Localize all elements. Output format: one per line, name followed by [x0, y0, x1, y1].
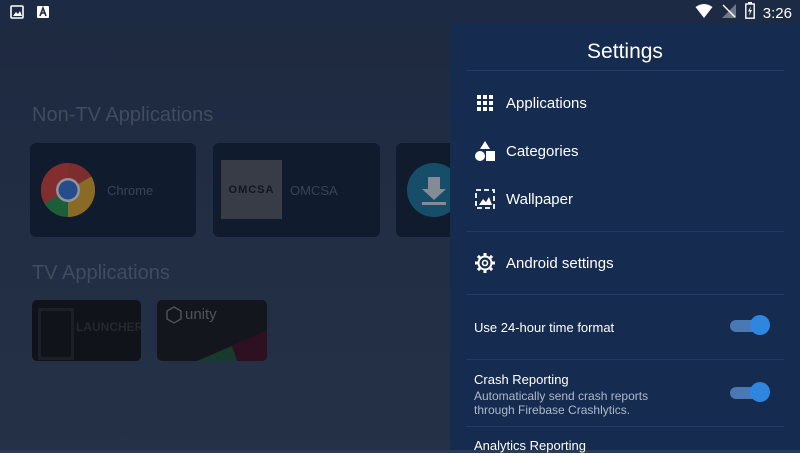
divider — [466, 70, 784, 71]
app-label: LAUNCHER — [76, 320, 141, 334]
gear-icon — [474, 252, 496, 274]
clock: 3:26 — [762, 4, 792, 22]
image-icon — [10, 5, 24, 24]
divider — [466, 231, 784, 232]
setting-title: Analytics Reporting — [474, 438, 586, 453]
app-label: Chrome — [107, 183, 154, 198]
menu-item-android-settings[interactable]: Android settings — [474, 249, 614, 277]
menu-item-wallpaper[interactable]: Wallpaper — [474, 185, 573, 213]
wifi-icon — [695, 3, 713, 24]
app-card-unity[interactable]: unity — [157, 300, 267, 361]
non-tv-section-title: Non-TV Applications — [32, 104, 214, 126]
toggle-24-hour[interactable] — [730, 315, 770, 335]
app-card-omcsa[interactable]: OMCSA OMCSA — [213, 143, 380, 237]
app-card-chrome[interactable]: Chrome — [30, 143, 196, 237]
a-icon — [36, 5, 50, 24]
settings-panel: Settings Applications Categories Wallpap… — [450, 24, 800, 453]
toggle-crash-reporting[interactable] — [730, 382, 770, 402]
panel-title: Settings — [587, 40, 663, 63]
shapes-icon — [474, 140, 496, 162]
setting-24-hour[interactable]: Use 24-hour time format — [474, 315, 776, 335]
omcsa-logo: OMCSA — [221, 160, 282, 219]
menu-item-applications[interactable]: Applications — [474, 89, 587, 117]
app-label: OMCSA — [290, 183, 338, 198]
menu-label: Categories — [506, 142, 579, 160]
download-icon — [406, 162, 456, 223]
status-bar: 3:26 — [0, 0, 800, 24]
divider — [466, 359, 784, 360]
unity-logo — [165, 306, 183, 329]
menu-label: Wallpaper — [506, 190, 573, 208]
tv-section-title: TV Applications — [32, 262, 170, 284]
app-card-launcher[interactable]: LAUNCHER — [32, 300, 141, 361]
wallpaper-icon — [474, 188, 496, 210]
app-card-download[interactable] — [396, 143, 456, 237]
grid-icon — [474, 92, 496, 114]
menu-label: Applications — [506, 94, 587, 112]
setting-analytics-reporting[interactable]: Analytics Reporting — [474, 438, 776, 453]
no-signal-icon — [721, 3, 737, 24]
battery-charging-icon — [744, 2, 755, 24]
app-label: unity — [185, 306, 217, 323]
menu-item-categories[interactable]: Categories — [474, 137, 579, 165]
divider — [466, 426, 784, 427]
launcher-logo — [38, 308, 74, 360]
divider — [466, 294, 784, 295]
setting-crash-reporting[interactable]: Crash Reporting Automatically send crash… — [474, 372, 776, 417]
chrome-icon — [40, 162, 96, 223]
menu-label: Android settings — [506, 254, 614, 272]
